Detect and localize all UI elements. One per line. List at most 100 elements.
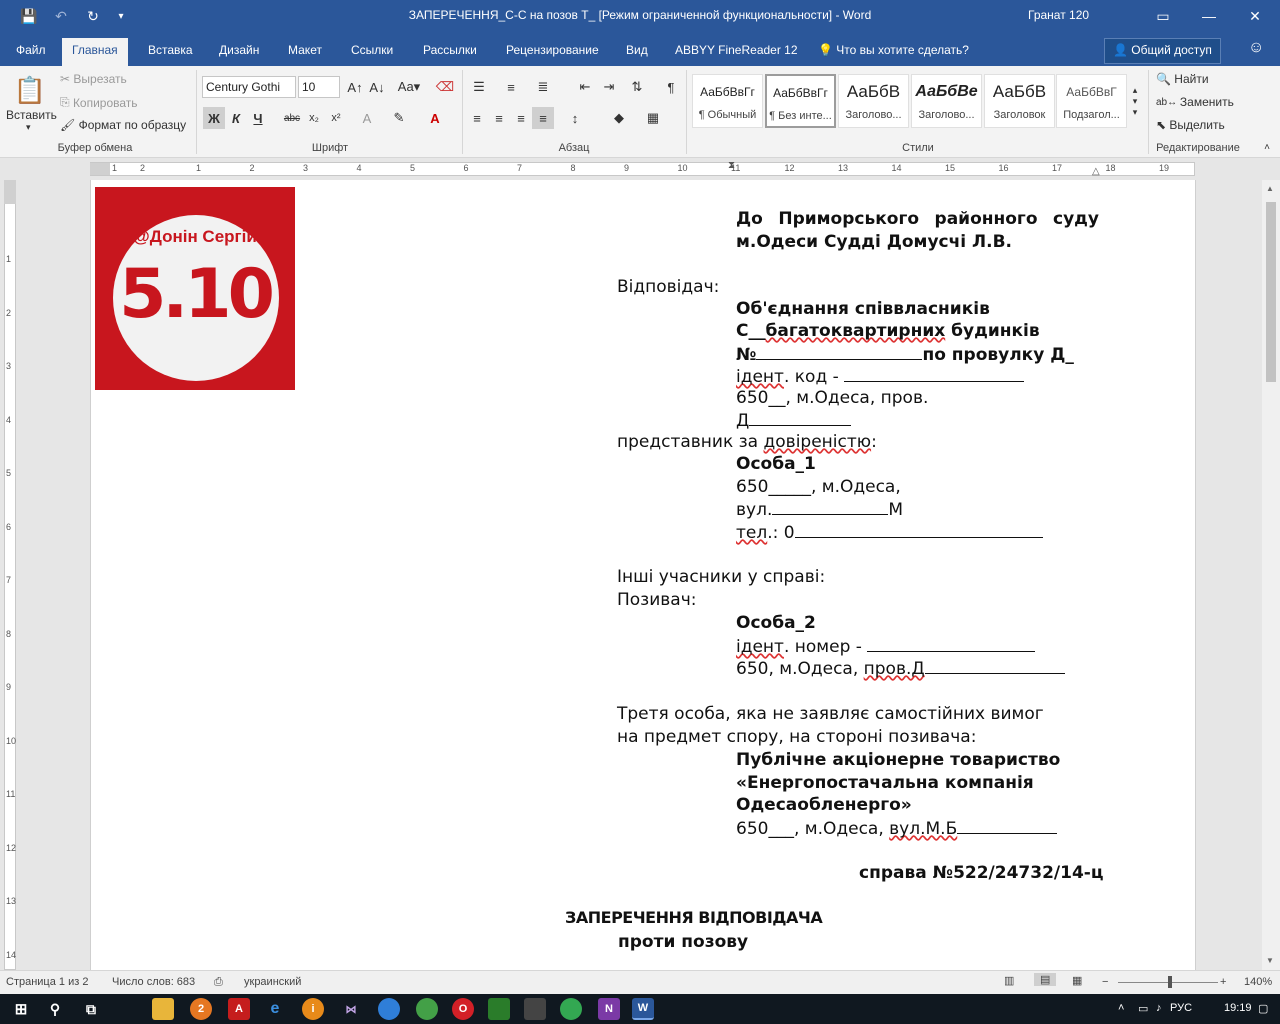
- zoom-level[interactable]: 140%: [1244, 976, 1272, 988]
- strikethrough-button[interactable]: abc: [281, 107, 303, 129]
- zoom-in-icon[interactable]: +: [1220, 976, 1226, 988]
- app-sheet-icon[interactable]: [488, 998, 510, 1020]
- scroll-thumb[interactable]: [1266, 202, 1276, 382]
- paste-button[interactable]: Вставить: [6, 108, 57, 122]
- decrease-indent-icon[interactable]: ⇤: [574, 76, 596, 98]
- grow-font-icon[interactable]: A↑: [344, 76, 366, 98]
- tab-view[interactable]: Вид: [616, 38, 658, 66]
- styles-scroll-icon[interactable]: ▴ ▾ ▾: [1128, 74, 1142, 128]
- select-button[interactable]: ⬉ Выделить: [1156, 118, 1225, 132]
- pdf-icon[interactable]: A: [228, 998, 250, 1020]
- tab-layout[interactable]: Макет: [278, 38, 332, 66]
- change-case-icon[interactable]: Aa▾: [394, 76, 424, 98]
- app-2-icon[interactable]: 2: [190, 998, 212, 1020]
- file-explorer-icon[interactable]: [152, 998, 174, 1020]
- sort-icon[interactable]: ⇅: [626, 76, 648, 98]
- cut-button[interactable]: ✂ Вырезать: [60, 72, 127, 86]
- italic-button[interactable]: К: [225, 107, 247, 129]
- zoom-out-icon[interactable]: −: [1102, 976, 1108, 988]
- right-indent-icon[interactable]: △: [1092, 166, 1100, 177]
- style-heading2[interactable]: АаБбВе Заголово...: [911, 74, 982, 128]
- paste-icon[interactable]: 📋: [8, 72, 52, 108]
- bold-button[interactable]: Ж: [203, 107, 225, 129]
- edge-icon[interactable]: e: [264, 998, 286, 1020]
- bullets-icon[interactable]: ☰: [468, 76, 490, 98]
- tab-references[interactable]: Ссылки: [341, 38, 403, 66]
- onenote-icon[interactable]: N: [598, 998, 620, 1020]
- increase-indent-icon[interactable]: ⇥: [598, 76, 620, 98]
- tab-abbyy[interactable]: ABBYY FineReader 12: [665, 38, 808, 66]
- tab-review[interactable]: Рецензирование: [496, 38, 609, 66]
- underline-button[interactable]: Ч: [247, 107, 269, 129]
- collapse-ribbon-icon[interactable]: ˄: [1256, 136, 1278, 158]
- document-page[interactable]: @Донін Сергій 5.10 До Приморського район…: [90, 180, 1196, 970]
- ribbon-display-icon[interactable]: ▭: [1140, 0, 1186, 32]
- find-button[interactable]: 🔍 Найти: [1156, 72, 1209, 86]
- user-name[interactable]: Гранат 120: [1028, 8, 1089, 22]
- replace-button[interactable]: ab↔ Заменить: [1156, 95, 1234, 109]
- font-name-combo[interactable]: Century Gothi: [202, 76, 296, 98]
- smiley-feedback-icon[interactable]: ☺: [1238, 36, 1274, 64]
- read-mode-icon[interactable]: ▥: [1004, 974, 1014, 987]
- font-color-icon[interactable]: A: [424, 107, 446, 129]
- style-heading1[interactable]: АаБбВ Заголово...: [838, 74, 909, 128]
- style-normal[interactable]: АаБбВвГг ¶ Обычный: [692, 74, 763, 128]
- tray-network-icon[interactable]: ▭: [1138, 1002, 1148, 1015]
- tray-arrow-icon[interactable]: ˄: [1118, 1002, 1124, 1014]
- minimize-icon[interactable]: —: [1186, 0, 1232, 32]
- app-gray-icon[interactable]: [524, 998, 546, 1020]
- copy-button[interactable]: ⎘ Копировать: [60, 95, 138, 110]
- page-count[interactable]: Страница 1 из 2: [6, 976, 88, 988]
- align-left-icon[interactable]: ≡: [466, 107, 488, 129]
- app-m-icon[interactable]: ⋈: [340, 998, 362, 1020]
- task-view-icon[interactable]: ⧉: [80, 998, 102, 1020]
- numbering-icon[interactable]: ≡: [500, 76, 522, 98]
- format-painter-button[interactable]: 🖌 Формат по образцу: [60, 118, 186, 132]
- font-size-combo[interactable]: 10: [298, 76, 340, 98]
- word-taskbar-icon[interactable]: W: [632, 998, 654, 1020]
- cloud-icon[interactable]: [378, 998, 400, 1020]
- vertical-scrollbar[interactable]: ▲ ▼: [1262, 180, 1280, 970]
- windows-start-icon[interactable]: ⊞: [10, 998, 32, 1020]
- clear-formatting-icon[interactable]: ⌫: [434, 76, 456, 98]
- app-i-icon[interactable]: i: [302, 998, 324, 1020]
- pilcrow-icon[interactable]: ¶: [660, 76, 682, 98]
- borders-icon[interactable]: ▦: [642, 107, 664, 129]
- search-icon[interactable]: ⚲: [44, 998, 66, 1020]
- tab-design[interactable]: Дизайн: [209, 38, 269, 66]
- shrink-font-icon[interactable]: A↓: [366, 76, 388, 98]
- proofing-icon[interactable]: ⎙: [214, 976, 223, 989]
- tell-me-box[interactable]: 💡 Что вы хотите сделать?: [808, 38, 979, 66]
- language[interactable]: украинский: [244, 976, 301, 988]
- highlight-icon[interactable]: ✎: [388, 107, 410, 129]
- tray-clock[interactable]: 19:19: [1224, 1002, 1252, 1014]
- app-circle-icon[interactable]: [560, 998, 582, 1020]
- word-count[interactable]: Число слов: 683: [112, 976, 195, 988]
- zoom-slider-thumb[interactable]: [1168, 976, 1172, 988]
- subscript-button[interactable]: x₂: [303, 107, 325, 129]
- tray-language[interactable]: РУС: [1170, 1002, 1192, 1014]
- superscript-button[interactable]: x²: [325, 107, 347, 129]
- scroll-up-icon[interactable]: ▲: [1266, 184, 1274, 193]
- opera-icon[interactable]: O: [452, 998, 474, 1020]
- justify-icon[interactable]: ≡: [532, 107, 554, 129]
- multilevel-list-icon[interactable]: ≣: [532, 76, 554, 98]
- text-effects-icon[interactable]: A: [356, 107, 378, 129]
- scroll-down-icon[interactable]: ▼: [1266, 956, 1274, 965]
- tab-insert[interactable]: Вставка: [138, 38, 203, 66]
- print-layout-icon[interactable]: ▤: [1034, 973, 1057, 986]
- style-subtitle[interactable]: АаБбВвГ Подзагол...: [1056, 74, 1127, 128]
- tab-file[interactable]: Файл: [6, 38, 56, 66]
- horizontal-ruler[interactable]: 1 2 1 2 3 4 5 6 7 8 9 10 11 12 13 14 15 16 17 18 19 ⧗ △: [0, 158, 1280, 180]
- style-title[interactable]: АаБбВ Заголовок: [984, 74, 1055, 128]
- notifications-icon[interactable]: ▢: [1258, 1002, 1268, 1015]
- vertical-ruler[interactable]: 1 2 3 4 5 6 7 8 9 10 11 12 13 14: [0, 180, 20, 970]
- tray-volume-icon[interactable]: ♪: [1156, 1002, 1162, 1014]
- line-spacing-icon[interactable]: ↕: [564, 107, 586, 129]
- paste-dropdown-icon[interactable]: ▾: [26, 122, 31, 133]
- web-layout-icon[interactable]: ▦: [1072, 974, 1082, 987]
- align-right-icon[interactable]: ≡: [510, 107, 532, 129]
- tab-home[interactable]: Главная: [62, 38, 128, 66]
- tab-mailings[interactable]: Рассылки: [413, 38, 487, 66]
- shading-icon[interactable]: ◆: [608, 107, 630, 129]
